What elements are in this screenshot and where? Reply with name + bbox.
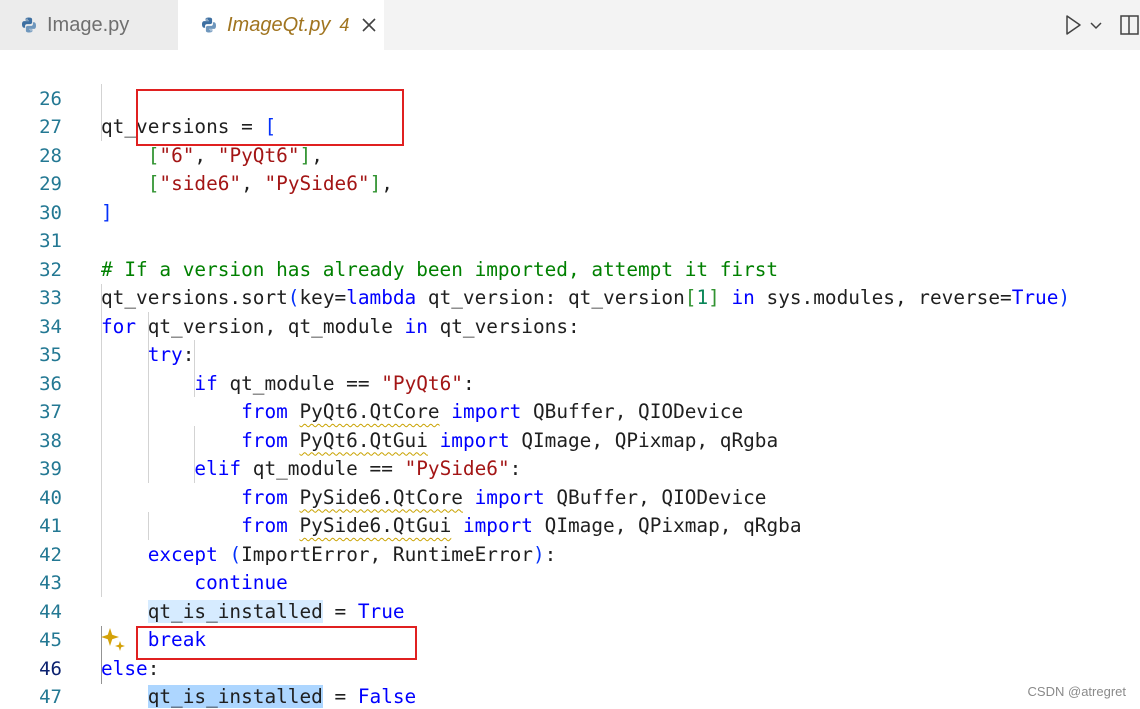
editor-tab-bar: Image.py ImageQt.py 4 (0, 0, 1140, 50)
code-line: 26 qt_versions = [ (0, 56, 1140, 139)
chevron-down-icon[interactable] (1088, 17, 1104, 33)
code-line: 33 for qt_version, qt_module in qt_versi… (0, 256, 1140, 338)
code-line: 34 try: (0, 284, 1140, 367)
python-icon (202, 17, 216, 33)
annotation-box (136, 626, 417, 660)
code-line: 35 if qt_module == "PyQt6": (0, 313, 1140, 395)
annotation-box (136, 89, 404, 146)
code-line: 40 from PySide6.QtGui import QImage, QPi… (0, 455, 1140, 538)
code-line: 32 qt_versions.sort(key=lambda qt_versio… (0, 227, 1140, 310)
tab-imageqt-py[interactable]: ImageQt.py 4 (178, 0, 384, 50)
code-line: 38 elif qt_module == "PySide6": (0, 398, 1140, 481)
code-line: 44 break (0, 569, 1140, 652)
code-line: 30 (0, 170, 1140, 224)
watermark: CSDN @atregret (1027, 684, 1126, 699)
code-line: 36 from PyQt6.QtCore import QBuffer, QIO… (0, 341, 1140, 424)
tab-image-py[interactable]: Image.py (0, 0, 178, 50)
code-line: 43 qt_is_installed = True (0, 541, 1140, 623)
code-line: 48 (0, 683, 1140, 709)
tab-label: Image.py (47, 13, 130, 36)
run-icon[interactable] (1060, 12, 1086, 38)
sparkle-icon[interactable] (100, 626, 128, 654)
code-line: 42 continue (0, 512, 1140, 595)
tab-label: ImageQt.py (227, 13, 331, 36)
code-line: 37 from PyQt6.QtGui import QImage, QPixm… (0, 370, 1140, 452)
split-editor-icon[interactable] (1118, 13, 1140, 37)
problems-count-badge: 4 (339, 14, 350, 35)
code-line: 31 # If a version has already been impor… (0, 199, 1140, 281)
close-icon[interactable] (359, 15, 379, 35)
editor-actions (1060, 0, 1140, 50)
code-editor[interactable]: 26 qt_versions = [ 27 ["6", "PyQt6"], 28… (0, 56, 1140, 709)
python-icon (22, 17, 36, 33)
code-line: 39 from PySide6.QtCore import QBuffer, Q… (0, 427, 1140, 509)
code-line: 45 else: (0, 598, 1140, 680)
code-line: 41 except (ImportError, RuntimeError): (0, 484, 1140, 566)
